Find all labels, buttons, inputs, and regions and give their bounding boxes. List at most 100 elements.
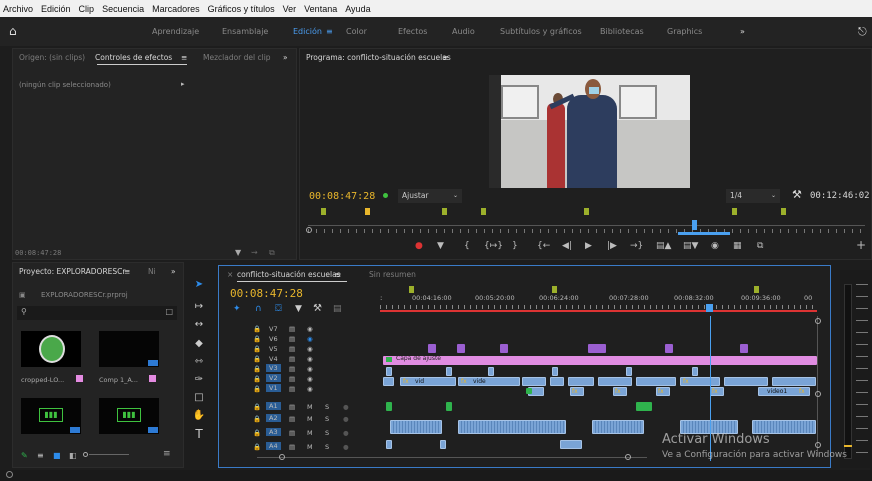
lock-icon[interactable]: 🔒 xyxy=(253,403,261,411)
clip[interactable] xyxy=(636,377,676,386)
step-back-icon[interactable]: ◀| xyxy=(562,241,572,251)
clip[interactable] xyxy=(665,344,673,353)
pen-tool-icon[interactable]: ✑ xyxy=(192,373,206,387)
menu-clip[interactable]: Clip xyxy=(79,4,95,14)
workspace-efectos[interactable]: Efectos xyxy=(398,17,427,46)
clip[interactable] xyxy=(552,367,558,376)
eye-icon[interactable]: ◉ xyxy=(307,335,313,343)
audio-waveform-clip[interactable] xyxy=(390,420,442,434)
menu-ventana[interactable]: Ventana xyxy=(304,4,337,14)
clip[interactable] xyxy=(383,377,394,386)
track-label-v2[interactable]: V2 xyxy=(266,374,281,382)
lock-icon[interactable]: 🔒 xyxy=(253,415,261,423)
clip[interactable] xyxy=(446,367,452,376)
status-icon[interactable] xyxy=(6,471,13,478)
go-to-out-icon[interactable]: →} xyxy=(630,241,643,251)
clip[interactable]: fx xyxy=(710,387,724,396)
lock-icon[interactable]: 🔒 xyxy=(253,355,261,363)
filter-icon[interactable]: ▼ xyxy=(235,248,241,257)
track-label-a4[interactable]: A4 xyxy=(266,442,281,450)
marker[interactable] xyxy=(754,286,759,293)
scroll-handle[interactable] xyxy=(815,318,821,324)
workspace-color[interactable]: Color xyxy=(346,17,367,46)
solo-button[interactable]: S xyxy=(325,443,329,451)
menu-secuencia[interactable]: Secuencia xyxy=(102,4,144,14)
share-icon[interactable]: ⧉ xyxy=(757,241,763,251)
clip[interactable]: fx vid xyxy=(400,377,456,386)
menu-marcadores[interactable]: Marcadores xyxy=(152,4,200,14)
clip[interactable]: fx xyxy=(680,377,720,386)
media-thumbnail[interactable]: ▮▮▮ xyxy=(21,398,81,434)
mic-icon[interactable]: ● xyxy=(343,403,349,411)
extract-icon[interactable]: ▤▼ xyxy=(683,241,698,251)
menu-graficos[interactable]: Gráficos y títulos xyxy=(208,4,275,14)
new-bin-icon[interactable]: □ xyxy=(165,307,173,316)
marker[interactable] xyxy=(732,208,737,215)
program-menu-icon[interactable]: ≡ xyxy=(442,49,448,66)
mute-button[interactable]: M xyxy=(307,443,313,451)
icon-view-icon[interactable]: ■ xyxy=(53,451,61,460)
export-frame-icon[interactable]: ⇝ xyxy=(251,248,258,257)
clip[interactable] xyxy=(724,377,768,386)
marker[interactable] xyxy=(781,208,786,215)
audio-waveform-clip[interactable] xyxy=(592,420,644,434)
zoom-slider-handle[interactable] xyxy=(83,452,88,457)
clip[interactable]: video1 fx xyxy=(758,387,810,396)
solo-button[interactable]: S xyxy=(325,429,329,437)
mic-icon[interactable]: ● xyxy=(343,415,349,423)
project-search-input[interactable]: ⚲ □ xyxy=(17,306,177,320)
workspace-edicion[interactable]: Edición xyxy=(293,17,322,46)
eye-icon[interactable]: ◉ xyxy=(307,385,313,393)
solo-button[interactable]: S xyxy=(325,415,329,423)
hand-tool-icon[interactable]: ✋ xyxy=(192,409,206,423)
track-label-v1[interactable]: V1 xyxy=(266,384,281,392)
mark-marker-icon[interactable]: ▼ xyxy=(437,241,444,251)
clip[interactable] xyxy=(740,344,748,353)
audio-clip[interactable] xyxy=(440,440,446,449)
add-button[interactable]: + xyxy=(856,238,866,252)
media-thumbnail[interactable] xyxy=(21,331,81,367)
type-tool-icon[interactable]: T xyxy=(192,427,206,441)
playhead-handle[interactable] xyxy=(706,304,713,312)
audio-clip[interactable] xyxy=(386,440,392,449)
clip[interactable] xyxy=(457,344,465,353)
lock-icon[interactable]: 🔒 xyxy=(253,365,261,373)
eye-icon[interactable]: ◉ xyxy=(307,355,313,363)
tab-clip-mixer[interactable]: Mezclador del clip xyxy=(203,49,271,66)
media-thumbnail[interactable] xyxy=(99,331,159,367)
lock-icon[interactable]: 🔒 xyxy=(253,375,261,383)
sync-lock-icon[interactable]: ▤ xyxy=(289,415,295,423)
clip[interactable] xyxy=(598,377,632,386)
solo-button[interactable]: S xyxy=(325,403,329,411)
audio-clip[interactable] xyxy=(446,402,452,411)
lock-icon[interactable]: 🔒 xyxy=(253,335,261,343)
workspace-subtitulos[interactable]: Subtítulos y gráficos xyxy=(500,17,582,46)
workspace-ensamblaje[interactable]: Ensamblaje xyxy=(222,17,268,46)
mark-out-icon[interactable]: } xyxy=(512,241,518,251)
tab-source[interactable]: Origen: (sin clips) xyxy=(19,49,85,66)
program-title[interactable]: Programa: conflicto-situación escuelas xyxy=(306,49,451,66)
menu-edicion[interactable]: Edición xyxy=(41,4,71,14)
freeform-view-icon[interactable]: ◧ xyxy=(69,451,77,460)
camera-icon[interactable]: ◉ xyxy=(711,241,719,251)
scroll-handle[interactable] xyxy=(625,454,631,460)
playhead[interactable] xyxy=(692,220,697,230)
track-label-v4[interactable]: V4 xyxy=(269,355,278,363)
clip[interactable] xyxy=(386,367,392,376)
mark-in-icon[interactable]: { xyxy=(464,241,470,251)
mute-button[interactable]: M xyxy=(307,403,313,411)
marker[interactable] xyxy=(481,208,486,215)
menu-ayuda[interactable]: Ayuda xyxy=(345,4,370,14)
close-tab-icon[interactable]: × xyxy=(227,266,233,283)
track-label-v3[interactable]: V3 xyxy=(266,364,281,372)
mute-button[interactable]: M xyxy=(307,429,313,437)
clip[interactable] xyxy=(488,367,494,376)
sync-lock-icon[interactable]: ▤ xyxy=(289,443,295,451)
snap-icon[interactable]: ∩ xyxy=(255,304,262,314)
track-label-a2[interactable]: A2 xyxy=(266,414,281,422)
fit-select[interactable]: Ajustar ⌄ xyxy=(398,189,462,203)
add-marker-icon[interactable]: ▼ xyxy=(295,304,302,314)
track-label-v7[interactable]: V7 xyxy=(269,325,278,333)
audio-clip[interactable] xyxy=(636,402,652,411)
linked-selection-icon[interactable]: ⛋ xyxy=(275,304,282,314)
